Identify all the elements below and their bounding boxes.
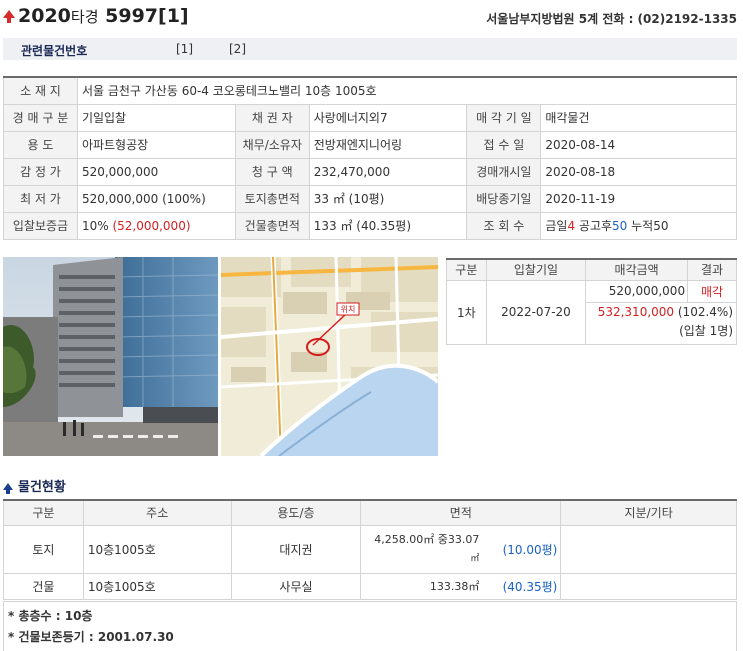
appraisal-label: 감 정 가: [3, 157, 78, 186]
obj-header-area: 면적: [360, 499, 562, 526]
auction-type-label: 경 매 구 분: [3, 103, 78, 132]
min-price-label: 최 저 가: [3, 184, 78, 213]
obj-share: [560, 524, 737, 574]
land-area-value: 33 ㎡ (10평): [308, 184, 468, 213]
up-arrow-icon: [3, 483, 13, 494]
creditor-label: 채 권 자: [234, 103, 310, 132]
claim-label: 청 구 액: [234, 157, 310, 186]
related-item-2[interactable]: [2]: [229, 42, 246, 56]
debtor-label: 채무/소유자: [234, 130, 310, 159]
bid-header-result: 결과: [687, 258, 737, 281]
bid-header-price: 매각금액: [585, 258, 689, 281]
dividend-date-label: 배당종기일: [466, 184, 542, 213]
obj-header-kind: 구분: [3, 499, 84, 526]
debtor-value: 전방재엔지니어링: [308, 130, 468, 159]
received-value: 2020-08-14: [540, 130, 737, 159]
table-row: 토지 10층1005호 대지권 4,258.00㎡ 중33.07 ㎡ (10.00…: [3, 524, 737, 574]
views-label: 조 회 수: [466, 211, 542, 240]
usage-label: 용 도: [3, 130, 78, 159]
location-map[interactable]: 위치: [221, 257, 438, 456]
obj-kind: 건물: [3, 572, 84, 600]
min-price-value: 520,000,000 (100%): [76, 184, 236, 213]
table-row: 건물 10층1005호 사무실 133.38㎡ (40.35평): [3, 572, 737, 600]
land-area-label: 토지총면적: [234, 184, 310, 213]
note-registration-date: * 건물보존등기 : 2001.07.30: [8, 630, 174, 644]
appraisal-value: 520,000,000: [76, 157, 236, 186]
deposit-value: 10% (52,000,000): [76, 211, 236, 240]
obj-area: 4,258.00㎡ 중33.07 ㎡ (10.00평): [360, 524, 562, 574]
related-item-1[interactable]: [1]: [176, 42, 193, 56]
views-value: 금일4 공고후50 누적50: [540, 211, 737, 240]
deposit-label: 입찰보증금: [3, 211, 78, 240]
obj-header-use: 용도/층: [230, 499, 362, 526]
bid-header-date: 입찰기일: [485, 258, 587, 281]
obj-address: 10층1005호: [82, 524, 232, 574]
obj-header-address: 주소: [82, 499, 232, 526]
object-status-table: 구분 주소 용도/층 면적 지분/기타 토지 10층1005호 대지권 4,25…: [3, 499, 737, 600]
start-date-value: 2020-08-18: [540, 157, 737, 186]
obj-header-share: 지분/기타: [560, 499, 737, 526]
bid-min-price: 520,000,000: [585, 279, 689, 303]
bid-result: 매각: [687, 279, 737, 303]
obj-share: [560, 572, 737, 600]
case-number: 2020타경 5997[1]: [18, 5, 189, 27]
creditor-value: 사랑에너지외7: [308, 103, 468, 132]
obj-address: 10층1005호: [82, 572, 232, 600]
usage-value: 아파트형공장: [76, 130, 236, 159]
bid-date: 2022-07-20: [485, 279, 587, 345]
obj-use: 대지권: [230, 524, 362, 574]
obj-kind: 토지: [3, 524, 84, 574]
obj-area: 133.38㎡ (40.35평): [360, 572, 562, 600]
building-photo[interactable]: [3, 257, 218, 456]
court-info: 서울남부지방법원 5계 전화 : (02)2192-1335: [486, 12, 737, 26]
bid-header-round: 구분: [446, 258, 487, 281]
bid-round: 1차: [446, 279, 487, 345]
object-status-title: 물건현황: [3, 476, 66, 495]
building-area-label: 건물총면적: [234, 211, 310, 240]
received-label: 접 수 일: [466, 130, 542, 159]
claim-value: 232,470,000: [308, 157, 468, 186]
case-header: 2020타경 5997[1] 서울남부지방법원 5계 전화 : (02)2192…: [0, 0, 743, 36]
bid-history-table: 구분 입찰기일 매각금액 결과 1차 2022-07-20 520,000,00…: [446, 258, 737, 345]
deposit-amount: (52,000,000): [112, 218, 191, 233]
building-area-value: 133 ㎡ (40.35평): [308, 211, 468, 240]
related-items-label: 관련물건번호: [21, 44, 88, 58]
obj-use: 사무실: [230, 572, 362, 600]
object-notes: * 총층수 : 10층 * 건물보존등기 : 2001.07.30: [3, 601, 737, 651]
property-info-table: 소 재 지 서울 금천구 가산동 60-4 코오롱테크노밸리 10층 1005호…: [3, 76, 738, 240]
start-date-label: 경매개시일: [466, 157, 542, 186]
bid-bidders: (입찰 1명): [585, 322, 737, 345]
dividend-date-value: 2020-11-19: [540, 184, 737, 213]
note-total-floors: * 총층수 : 10층: [8, 609, 93, 623]
location-value: 서울 금천구 가산동 60-4 코오롱테크노밸리 10층 1005호: [76, 76, 738, 105]
map-marker-label: 위치: [341, 305, 356, 314]
auction-type-value: 기일입찰: [76, 103, 236, 132]
up-arrow-icon: [3, 10, 15, 23]
bid-sold-price: 532,310,000 (102.4%): [585, 301, 737, 322]
sale-target-value: 매각물건: [540, 103, 737, 132]
location-label: 소 재 지: [3, 76, 78, 105]
sale-target-label: 매 각 기 일: [466, 103, 542, 132]
related-items-bar: 관련물건번호 [1] [2]: [3, 38, 737, 60]
